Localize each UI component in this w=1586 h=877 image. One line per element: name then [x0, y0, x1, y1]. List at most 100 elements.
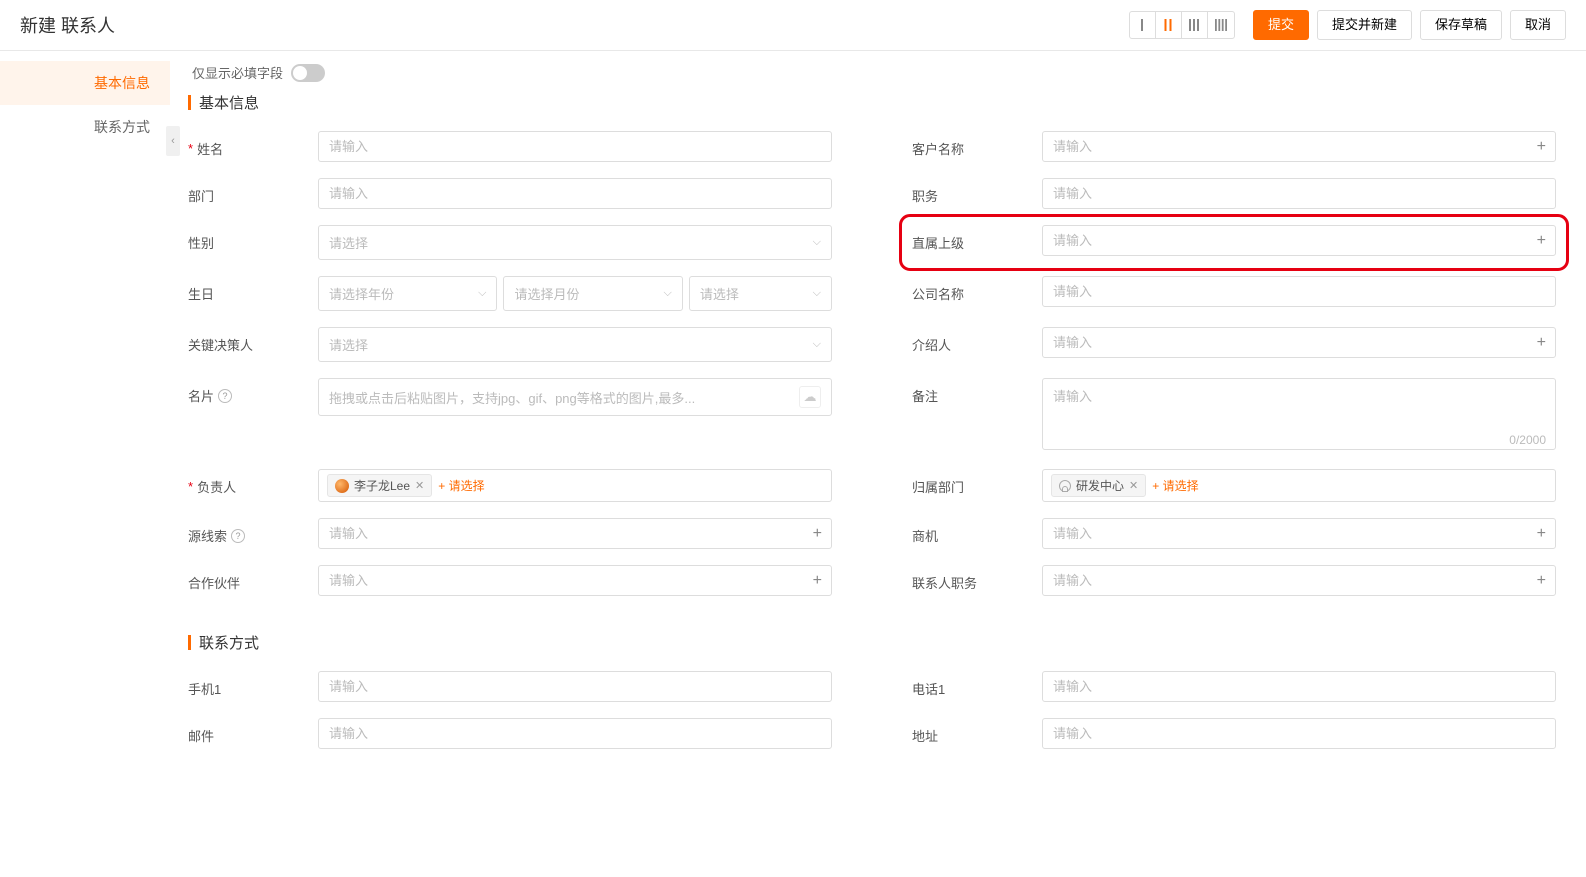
plus-icon[interactable]: + — [813, 572, 822, 590]
label-introducer: 介绍人 — [912, 327, 1042, 354]
label-opportunity: 商机 — [912, 518, 1042, 545]
introducer-input[interactable] — [1042, 327, 1556, 358]
email-input[interactable] — [318, 718, 832, 749]
save-draft-button[interactable]: 保存草稿 — [1420, 10, 1502, 40]
owner-tag-input[interactable]: 李子龙Lee ✕ + 请选择 — [318, 469, 832, 502]
label-department: 部门 — [188, 178, 318, 205]
label-address: 地址 — [912, 718, 1042, 745]
row-owner: * 负责人 李子龙Lee ✕ + 请选择 — [188, 469, 832, 502]
required-only-toggle-row: 仅显示必填字段 — [192, 63, 1556, 82]
required-mark-icon: * — [188, 479, 193, 494]
address-input[interactable] — [1042, 718, 1556, 749]
label-remark: 备注 — [912, 378, 1042, 405]
label-key-decision: 关键决策人 — [188, 327, 318, 354]
row-supervisor: 直属上级 + — [908, 223, 1560, 262]
partner-input[interactable] — [318, 565, 832, 596]
close-icon[interactable]: ✕ — [415, 479, 424, 492]
plus-icon[interactable]: + — [1537, 525, 1546, 543]
remark-textarea[interactable] — [1042, 378, 1556, 450]
section-bar-icon — [188, 95, 191, 110]
row-customer-name: 客户名称 + — [912, 131, 1556, 162]
section-contact-title: 联系方式 — [199, 632, 259, 653]
collapse-handle-icon[interactable]: ‹ — [166, 126, 180, 156]
label-phone1: 电话1 — [912, 671, 1042, 698]
business-card-upload[interactable]: 拖拽或点击后粘贴图片，支持jpg、gif、png等格式的图片,最多... ☁ — [318, 378, 832, 416]
company-name-input[interactable] — [1042, 276, 1556, 307]
layout-4col-icon[interactable] — [1208, 12, 1234, 38]
birthday-month-select[interactable]: 请选择月份 ⌵ — [503, 276, 682, 311]
toggle-label: 仅显示必填字段 — [192, 63, 283, 82]
required-mark-icon: * — [188, 141, 193, 156]
label-mobile1: 手机1 — [188, 671, 318, 698]
close-icon[interactable]: ✕ — [1129, 479, 1138, 492]
label-supervisor: 直属上级 — [912, 225, 1042, 252]
birthday-day-select[interactable]: 请选择 ⌵ — [689, 276, 832, 311]
name-input[interactable] — [318, 131, 832, 162]
sidebar-item-contact[interactable]: 联系方式 — [0, 105, 170, 149]
sidebar-item-basic[interactable]: 基本信息 — [0, 61, 170, 105]
layout-1col-icon[interactable] — [1130, 12, 1156, 38]
label-business-card: 名片 ? — [188, 378, 318, 405]
phone1-input[interactable] — [1042, 671, 1556, 702]
key-decision-select[interactable]: 请选择 ⌵ — [318, 327, 832, 362]
section-basic-header: 基本信息 — [188, 92, 1556, 113]
section-contact-header: 联系方式 — [188, 632, 1556, 653]
label-company-name: 公司名称 — [912, 276, 1042, 303]
position-input[interactable] — [1042, 178, 1556, 209]
layout-switcher — [1129, 11, 1235, 39]
label-email: 邮件 — [188, 718, 318, 745]
plus-icon[interactable]: + — [1537, 334, 1546, 352]
source-lead-input[interactable] — [318, 518, 832, 549]
row-name: * 姓名 — [188, 131, 832, 162]
char-counter: 0/2000 — [1509, 433, 1546, 447]
chevron-down-icon: ⌵ — [813, 236, 821, 249]
opportunity-input[interactable] — [1042, 518, 1556, 549]
layout-3col-icon[interactable] — [1182, 12, 1208, 38]
plus-icon[interactable]: + — [1537, 138, 1546, 156]
section-basic-title: 基本信息 — [199, 92, 259, 113]
plus-icon[interactable]: + — [1537, 232, 1546, 250]
layout-2col-icon[interactable] — [1156, 12, 1182, 38]
submit-and-new-button[interactable]: 提交并新建 — [1317, 10, 1412, 40]
cancel-button[interactable]: 取消 — [1510, 10, 1566, 40]
main: 基本信息 联系方式 ‹ 仅显示必填字段 基本信息 * 姓名 客户名称 — [0, 51, 1586, 805]
label-birthday: 生日 — [188, 276, 318, 303]
required-only-toggle[interactable] — [291, 64, 325, 82]
row-business-card: 名片 ? 拖拽或点击后粘贴图片，支持jpg、gif、png等格式的图片,最多..… — [188, 378, 832, 453]
label-name: * 姓名 — [188, 131, 318, 158]
plus-icon[interactable]: + — [1537, 572, 1546, 590]
dept-icon — [1059, 480, 1071, 492]
help-icon[interactable]: ? — [231, 529, 245, 543]
basic-form: * 姓名 客户名称 + 部门 职务 — [188, 131, 1556, 596]
row-address: 地址 — [912, 718, 1556, 749]
section-bar-icon — [188, 635, 191, 650]
contact-position-input[interactable] — [1042, 565, 1556, 596]
row-opportunity: 商机 + — [912, 518, 1556, 549]
chevron-down-icon: ⌵ — [478, 287, 486, 300]
birthday-year-select[interactable]: 请选择年份 ⌵ — [318, 276, 497, 311]
add-dept-link[interactable]: + 请选择 — [1152, 477, 1198, 494]
department-input[interactable] — [318, 178, 832, 209]
label-owning-dept: 归属部门 — [912, 469, 1042, 496]
row-owning-dept: 归属部门 研发中心 ✕ + 请选择 — [912, 469, 1556, 502]
help-icon[interactable]: ? — [218, 389, 232, 403]
dept-tag-input[interactable]: 研发中心 ✕ + 请选择 — [1042, 469, 1556, 502]
label-position: 职务 — [912, 178, 1042, 205]
mobile1-input[interactable] — [318, 671, 832, 702]
add-owner-link[interactable]: + 请选择 — [438, 477, 484, 494]
chevron-down-icon: ⌵ — [813, 287, 821, 300]
page-title: 新建 联系人 — [20, 12, 115, 38]
header-actions: 提交 提交并新建 保存草稿 取消 — [1129, 10, 1566, 40]
row-contact-position: 联系人职务 + — [912, 565, 1556, 596]
supervisor-input[interactable] — [1042, 225, 1556, 256]
plus-icon[interactable]: + — [813, 525, 822, 543]
gender-select[interactable]: 请选择 ⌵ — [318, 225, 832, 260]
submit-button[interactable]: 提交 — [1253, 10, 1309, 40]
row-email: 邮件 — [188, 718, 832, 749]
customer-name-input[interactable] — [1042, 131, 1556, 162]
row-gender: 性别 请选择 ⌵ — [188, 225, 832, 260]
row-source-lead: 源线索 ? + — [188, 518, 832, 549]
label-contact-position: 联系人职务 — [912, 565, 1042, 592]
chevron-down-icon: ⌵ — [813, 338, 821, 351]
row-introducer: 介绍人 + — [912, 327, 1556, 362]
